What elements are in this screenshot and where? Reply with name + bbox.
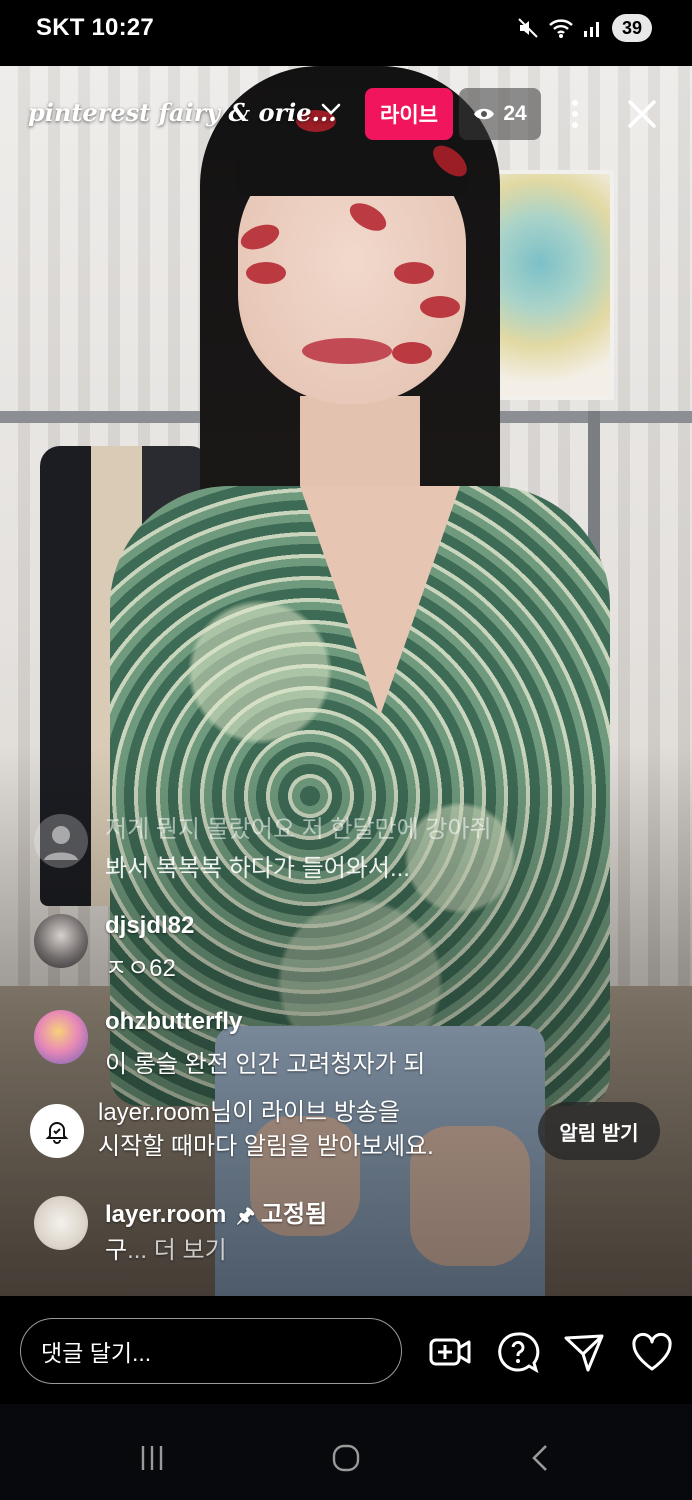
more-options-button[interactable]	[560, 92, 590, 136]
comment-text: ㅈㅇ62	[105, 955, 176, 982]
wall-painting	[488, 170, 614, 400]
comment-text: 구	[105, 1237, 128, 1264]
notification-prompt: layer.room님이 라이브 방송을 시작할 때마다 알림을 받아보세요. …	[30, 1096, 670, 1166]
carrier-label: SKT	[36, 14, 85, 41]
comment-text: 이 롱슬 완전 인간 고려청자가 되	[105, 1051, 426, 1078]
back-icon	[532, 1445, 547, 1471]
lipstick-mark	[420, 296, 460, 318]
heart-icon[interactable]	[630, 1330, 674, 1374]
notification-line: layer.room님이 라이브 방송을	[98, 1099, 401, 1126]
comment-text: 저게 뭔지 몰랐어요 저 한달만에 강아쥐	[105, 816, 492, 843]
back-button[interactable]	[520, 1442, 560, 1474]
default-avatar-icon	[44, 826, 78, 860]
notification-text: layer.room님이 라이브 방송을 시작할 때마다 알림을 받아보세요.	[98, 1096, 434, 1164]
comment-item: 저게 뭔지 몰랐어요 저 한달만에 강아쥐 봐서 복복복 하다가 들어와서...	[34, 812, 594, 892]
home-button[interactable]	[326, 1442, 366, 1474]
live-badge: 라이브	[365, 88, 453, 140]
status-bar: SKT 10:27 39	[0, 0, 692, 56]
live-header: pinterest fairy & orie... 라이브 24	[0, 84, 692, 144]
viewer-count-badge[interactable]: 24	[459, 88, 541, 140]
home-icon	[332, 1444, 360, 1472]
comment-item: djsjdl82 ㅈㅇ62	[34, 912, 594, 984]
avatar	[34, 814, 88, 868]
recent-apps-button[interactable]	[132, 1442, 172, 1474]
avatar[interactable]	[34, 1010, 88, 1064]
chevron-down-icon[interactable]	[318, 96, 344, 122]
status-time: SKT 10:27	[36, 14, 154, 42]
comment-text: 봐서 복복복 하다가 들어와서...	[105, 855, 410, 882]
clock-label: 10:27	[91, 14, 154, 41]
streamer-mouth	[302, 338, 392, 364]
pinned-comment[interactable]: layer.room 🖈 고정됨 구... 더 보기	[34, 1194, 594, 1266]
lipstick-mark	[392, 342, 432, 364]
avatar[interactable]	[34, 914, 88, 968]
signal-icon	[584, 22, 599, 37]
pinned-comment-text: 구... 더 보기	[105, 1230, 227, 1265]
bottom-bar: 댓글 달기...	[0, 1296, 692, 1404]
notification-bell-icon	[30, 1104, 84, 1158]
close-icon	[628, 100, 656, 128]
comment-username[interactable]: layer.room	[105, 1201, 226, 1228]
avatar[interactable]	[34, 1196, 88, 1250]
close-button[interactable]	[620, 92, 664, 136]
recent-apps-icon	[141, 1446, 163, 1470]
mute-icon	[518, 18, 538, 38]
get-notifications-button[interactable]: 알림 받기	[538, 1102, 660, 1160]
status-icons: 39	[516, 14, 652, 42]
comment-username[interactable]: ohzbutterfly	[105, 1008, 242, 1036]
battery-indicator: 39	[612, 14, 652, 42]
pinned-header: layer.room 🖈 고정됨	[105, 1194, 327, 1235]
notification-line: 시작할 때마다 알림을 받아보세요.	[98, 1133, 434, 1160]
lipstick-mark	[394, 262, 434, 284]
system-nav-bar	[0, 1404, 692, 1500]
comment-item: ohzbutterfly 이 롱슬 완전 인간 고려청자가 되	[34, 1008, 594, 1080]
add-video-icon[interactable]	[428, 1330, 472, 1374]
comment-username[interactable]: djsjdl82	[105, 912, 194, 940]
eye-icon	[474, 108, 495, 120]
question-icon[interactable]	[496, 1330, 540, 1374]
comment-input[interactable]: 댓글 달기...	[20, 1318, 402, 1384]
stream-title[interactable]: pinterest fairy & orie...	[28, 98, 337, 127]
see-more-link[interactable]: ... 더 보기	[127, 1237, 227, 1264]
pinned-label: 고정됨	[260, 1201, 328, 1228]
pin-icon: 🖈	[236, 1205, 255, 1227]
viewer-count: 24	[503, 102, 527, 125]
more-vertical-icon	[572, 100, 578, 128]
lipstick-mark	[246, 262, 286, 284]
send-icon[interactable]	[562, 1330, 606, 1374]
wifi-icon	[549, 19, 573, 38]
